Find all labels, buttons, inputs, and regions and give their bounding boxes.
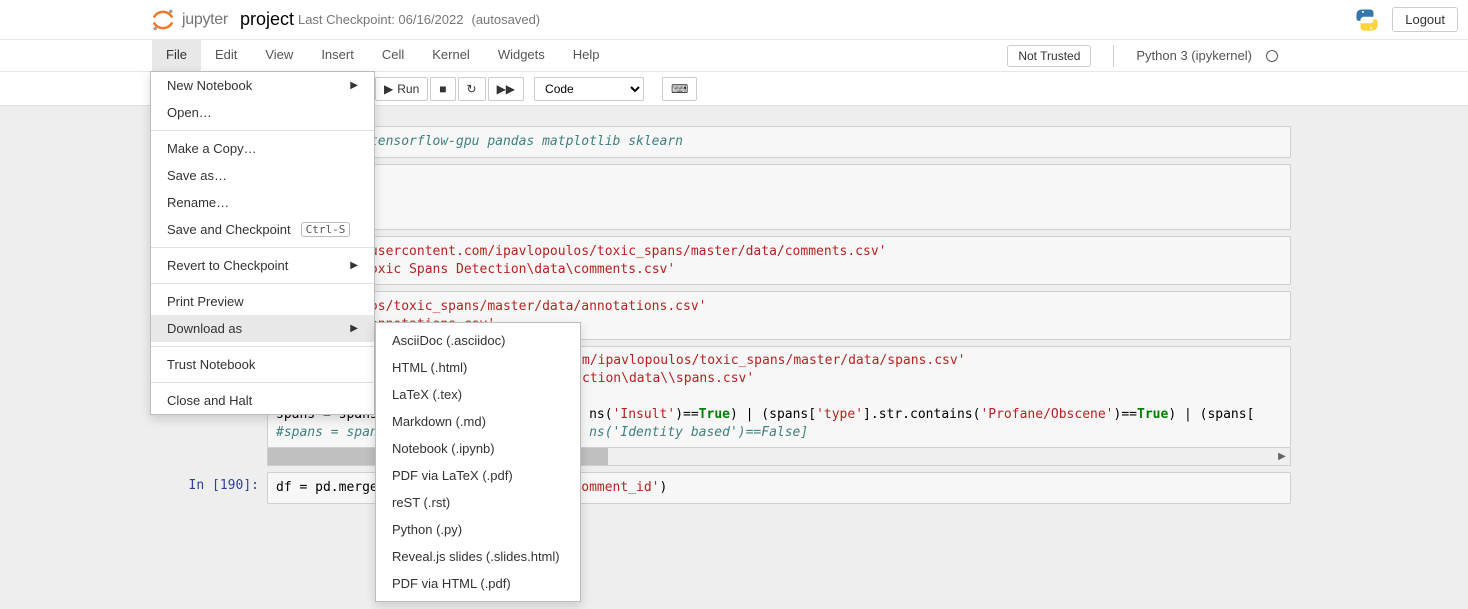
code-input[interactable]: tensorflow tensorflow-gpu pandas matplot… — [267, 126, 1291, 158]
run-label: Run — [397, 82, 419, 96]
download-option[interactable]: AsciiDoc (.asciidoc) — [376, 327, 580, 354]
menubar-item-help[interactable]: Help — [559, 40, 614, 71]
restart-button[interactable]: ↻ — [458, 77, 486, 101]
jupyter-logo-icon — [150, 7, 176, 33]
download-option[interactable]: Python (.py) — [376, 516, 580, 543]
menubar-item-file[interactable]: File — [152, 40, 201, 71]
code-cell[interactable]: In [190]:df = pd.merge(annotations,comme… — [177, 472, 1291, 504]
menu-separator — [151, 346, 374, 347]
menu-new-notebook[interactable]: New Notebook▶ — [151, 72, 374, 99]
download-option[interactable]: LaTeX (.tex) — [376, 381, 580, 408]
menubar-item-widgets[interactable]: Widgets — [484, 40, 559, 71]
jupyter-logo[interactable]: jupyter — [150, 7, 228, 33]
download-option[interactable]: Reveal.js slides (.slides.html) — [376, 543, 580, 570]
menu-separator — [151, 283, 374, 284]
divider — [1113, 45, 1114, 67]
download-as-submenu: AsciiDoc (.asciidoc)HTML (.html)LaTeX (.… — [375, 322, 581, 602]
shortcut-label: Ctrl-S — [301, 222, 351, 237]
keyboard-icon: ⌨ — [671, 82, 688, 96]
download-option[interactable]: PDF via LaTeX (.pdf) — [376, 462, 580, 489]
kernel-name[interactable]: Python 3 (ipykernel) — [1136, 48, 1252, 63]
not-trusted-button[interactable]: Not Trusted — [1007, 45, 1091, 67]
menubar: FileEditViewInsertCellKernelWidgetsHelp … — [0, 40, 1468, 72]
jupyter-logo-text: jupyter — [182, 11, 228, 29]
menu-separator — [151, 130, 374, 131]
menubar-item-insert[interactable]: Insert — [307, 40, 368, 71]
menu-trust-notebook[interactable]: Trust Notebook — [151, 351, 374, 378]
menu-save-checkpoint[interactable]: Save and CheckpointCtrl-S — [151, 216, 374, 243]
menubar-item-kernel[interactable]: Kernel — [418, 40, 484, 71]
header: jupyter project Last Checkpoint: 06/16/2… — [0, 0, 1468, 40]
menu-close-halt[interactable]: Close and Halt — [151, 387, 374, 414]
restart-icon: ↻ — [467, 82, 477, 96]
submenu-arrow-icon: ▶ — [350, 80, 358, 91]
download-option[interactable]: PDF via HTML (.pdf) — [376, 570, 580, 597]
menu-download-as[interactable]: Download as▶ — [151, 315, 374, 342]
menubar-item-cell[interactable]: Cell — [368, 40, 418, 71]
menubar-item-edit[interactable]: Edit — [201, 40, 251, 71]
restart-run-all-button[interactable]: ▶▶ — [488, 77, 524, 101]
menu-separator — [151, 382, 374, 383]
download-option[interactable]: Markdown (.md) — [376, 408, 580, 435]
download-option[interactable]: reST (.rst) — [376, 489, 580, 516]
file-dropdown-menu: New Notebook▶ Open… Make a Copy… Save as… — [150, 71, 375, 415]
submenu-arrow-icon: ▶ — [350, 260, 358, 271]
fast-forward-icon: ▶▶ — [497, 82, 515, 96]
menu-make-copy[interactable]: Make a Copy… — [151, 135, 374, 162]
menu-separator — [151, 247, 374, 248]
cell-type-select[interactable]: Code — [534, 77, 644, 101]
autosave-status: (autosaved) — [471, 12, 540, 27]
menubar-item-view[interactable]: View — [251, 40, 307, 71]
scroll-right-icon[interactable]: ▶ — [1274, 448, 1290, 465]
submenu-arrow-icon: ▶ — [350, 323, 358, 334]
notebook-title[interactable]: project — [240, 9, 294, 30]
code-input[interactable]: //raw.githubusercontent.com/ipavlopoulos… — [267, 236, 1291, 285]
download-option[interactable]: HTML (.html) — [376, 354, 580, 381]
menu-open[interactable]: Open… — [151, 99, 374, 126]
menu-print-preview[interactable]: Print Preview — [151, 288, 374, 315]
menu-save-as[interactable]: Save as… — [151, 162, 374, 189]
kernel-indicator-icon — [1266, 50, 1278, 62]
menu-revert-checkpoint[interactable]: Revert to Checkpoint▶ — [151, 252, 374, 279]
download-option[interactable]: Notebook (.ipynb) — [376, 435, 580, 462]
logout-button[interactable]: Logout — [1392, 7, 1458, 32]
interrupt-button[interactable]: ■ — [430, 77, 455, 101]
code-input[interactable]: as pd rflow as tf as np — [267, 164, 1291, 231]
menu-rename[interactable]: Rename… — [151, 189, 374, 216]
checkpoint-text: Last Checkpoint: 06/16/2022 — [298, 12, 464, 27]
python-logo-icon — [1354, 7, 1380, 33]
command-palette-button[interactable]: ⌨ — [662, 77, 697, 101]
input-prompt: In [190]: — [177, 472, 267, 504]
play-icon: ▶ — [384, 82, 393, 96]
stop-icon: ■ — [439, 82, 446, 96]
run-button[interactable]: ▶ Run — [375, 77, 428, 101]
